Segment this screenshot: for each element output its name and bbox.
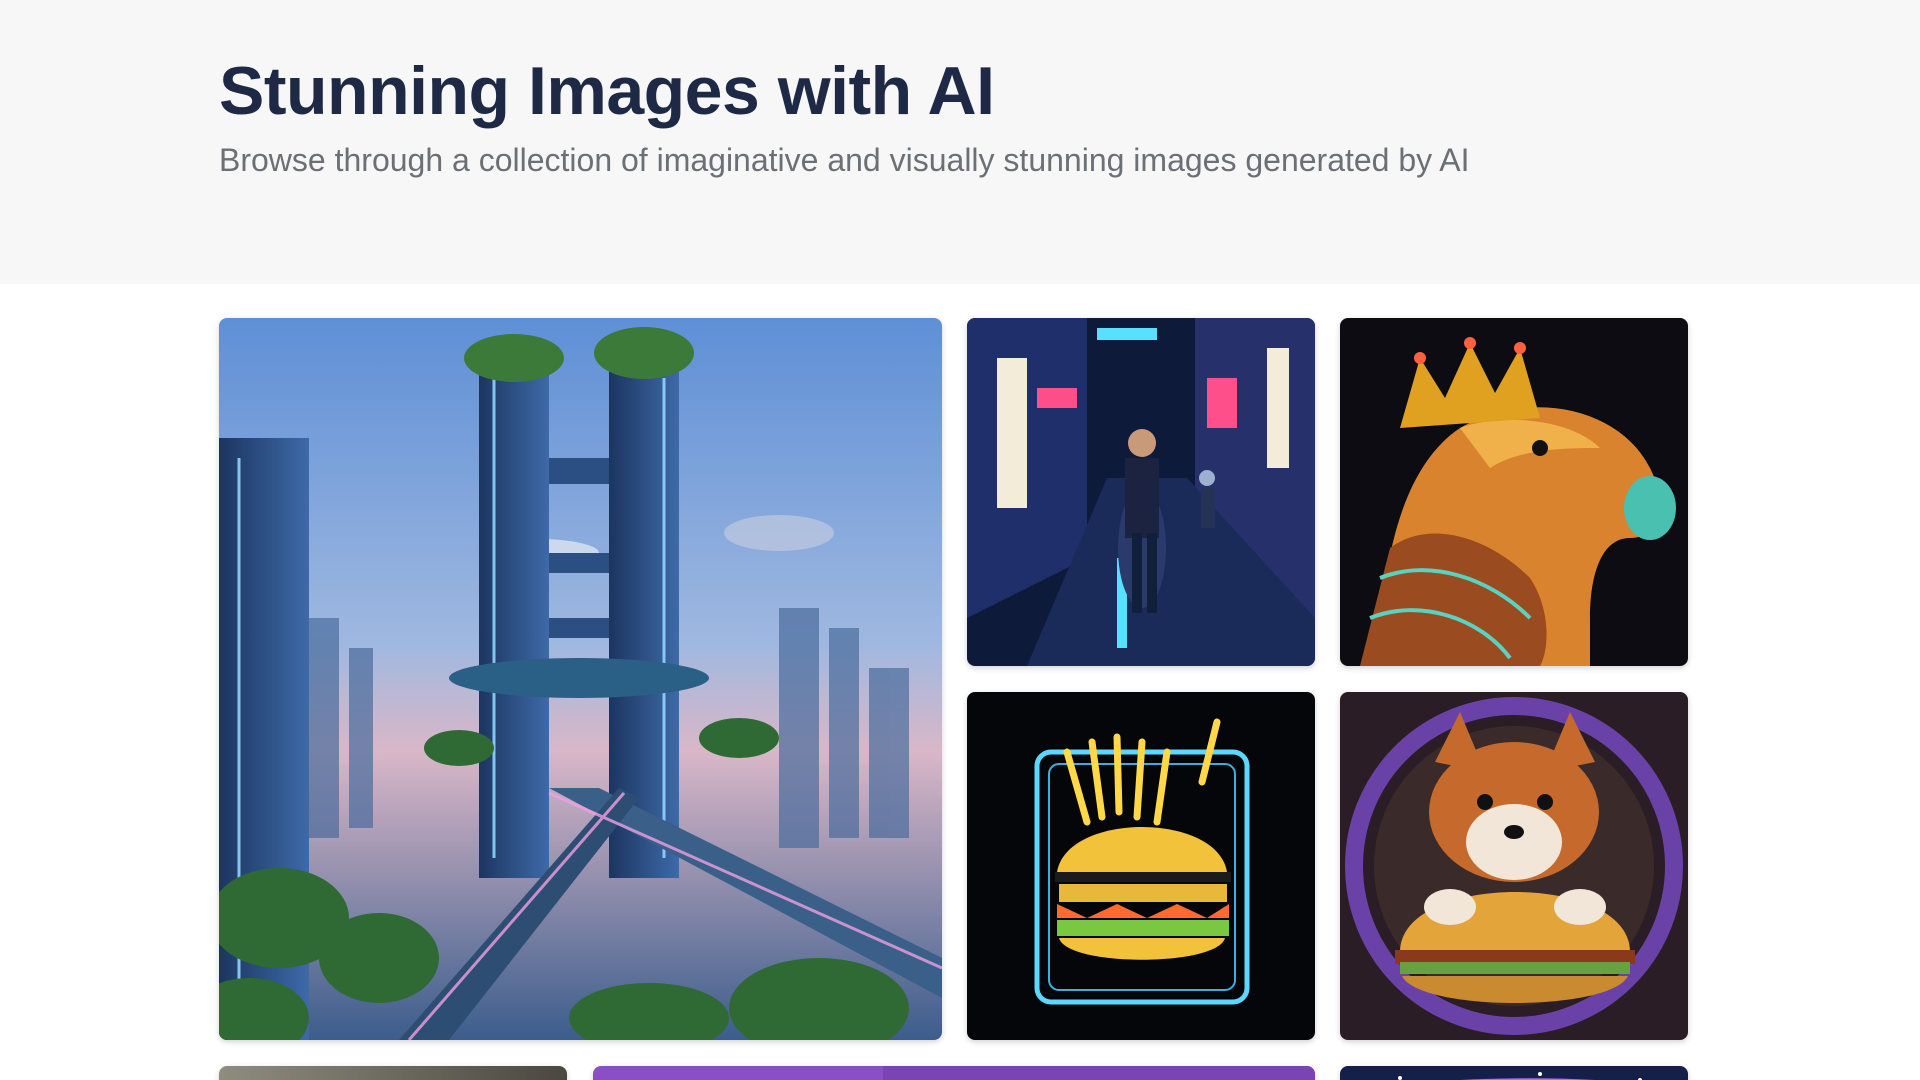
- gallery-image-neon-burger[interactable]: [967, 692, 1315, 1040]
- gallery-image-street[interactable]: [967, 318, 1315, 666]
- shiba-image-art: [1340, 692, 1688, 1040]
- city-image-art: [219, 318, 942, 1040]
- page: Stunning Images with AI Browse through a…: [0, 0, 1920, 1080]
- gallery-image-shiba[interactable]: [1340, 692, 1688, 1040]
- page-title: Stunning Images with AI: [219, 53, 995, 129]
- gallery-image-city[interactable]: [219, 318, 942, 1040]
- page-subtitle: Browse through a collection of imaginati…: [219, 142, 1470, 178]
- street-image-art: [967, 318, 1315, 666]
- hero-header: Stunning Images with AI Browse through a…: [0, 0, 1920, 284]
- gallery-image-row3-right[interactable]: [1340, 1066, 1688, 1080]
- row3-left-image-art: [219, 1066, 567, 1080]
- gallery-image-row3-middle[interactable]: [593, 1066, 1315, 1080]
- neon-burger-image-art: [967, 692, 1315, 1040]
- gallery-image-row3-left[interactable]: [219, 1066, 567, 1080]
- row3-right-image-art: [1340, 1066, 1688, 1080]
- row3-middle-image-art: [593, 1066, 1315, 1080]
- gallery-image-capybara[interactable]: [1340, 318, 1688, 666]
- capybara-image-art: [1340, 318, 1688, 666]
